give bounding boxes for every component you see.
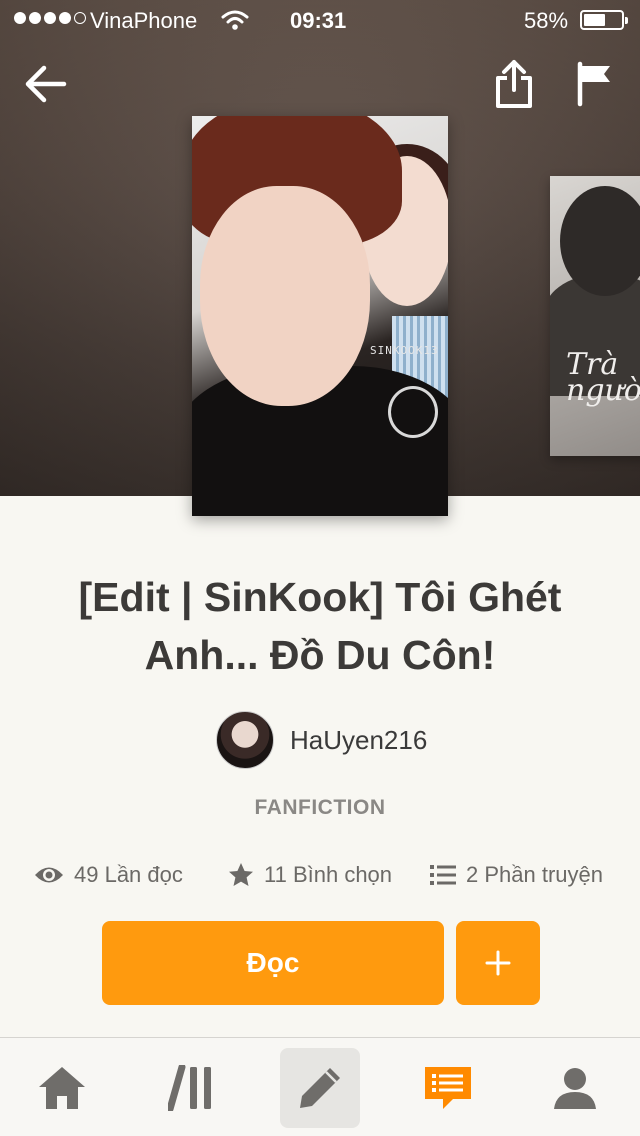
read-button[interactable]: Đọc [102, 921, 444, 1005]
report-button[interactable] [572, 60, 616, 108]
tab-profile[interactable] [535, 1048, 615, 1128]
tab-messages[interactable] [408, 1048, 488, 1128]
story-cover[interactable]: SINKOOK13 [192, 116, 448, 516]
tab-library[interactable] [152, 1048, 232, 1128]
arrow-left-icon [25, 65, 67, 103]
carrier-name: VinaPhone [90, 8, 198, 33]
add-to-library-button[interactable] [456, 921, 540, 1005]
status-bar: VinaPhone 09:31 58% [0, 0, 640, 40]
share-button[interactable] [490, 58, 538, 110]
flag-icon [577, 61, 610, 107]
plus-icon [485, 950, 511, 976]
share-icon [496, 60, 532, 108]
votes-count: 11 Bình chọn [264, 862, 393, 887]
status-time: 09:31 [290, 8, 347, 33]
tab-write[interactable] [280, 1048, 360, 1128]
messages-icon [425, 1067, 471, 1109]
author-link[interactable]: HaUyen216 [216, 710, 427, 770]
wifi-icon [220, 8, 250, 38]
star-icon [229, 863, 253, 886]
story-title: [Edit | SinKook] Tôi Ghét Anh... Đồ Du C… [78, 574, 562, 678]
signal-strength-icon [14, 12, 86, 24]
reads-stat: 49 Lần đọc [34, 855, 183, 895]
home-icon [39, 1067, 85, 1109]
back-button[interactable] [22, 60, 70, 108]
library-icon [168, 1065, 211, 1111]
profile-icon [554, 1068, 596, 1109]
votes-stat: 11 Bình chọn [228, 855, 392, 895]
parts-stat: 2 Phần truyện [430, 855, 603, 895]
author-name: HaUyen216 [290, 724, 428, 755]
author-avatar [216, 711, 274, 769]
parts-count: 2 Phần truyện [466, 862, 603, 887]
cover-watermark: SINKOOK13 [370, 344, 439, 357]
battery-percentage: 58% [524, 8, 569, 33]
tab-home[interactable] [22, 1048, 102, 1128]
side-cover-script: Trà người [566, 347, 640, 408]
side-story-cover[interactable]: Trà người [550, 176, 640, 456]
story-category[interactable]: FANFICTION [0, 796, 640, 820]
pencil-icon [300, 1068, 340, 1108]
list-icon [430, 865, 456, 885]
story-stats: 49 Lần đọc 11 Bình chọn 2 Phần truyện [0, 855, 640, 895]
bottom-tab-bar [0, 1037, 640, 1136]
eye-icon [35, 867, 63, 883]
battery-icon [580, 10, 628, 30]
reads-count: 49 Lần đọc [74, 862, 183, 887]
